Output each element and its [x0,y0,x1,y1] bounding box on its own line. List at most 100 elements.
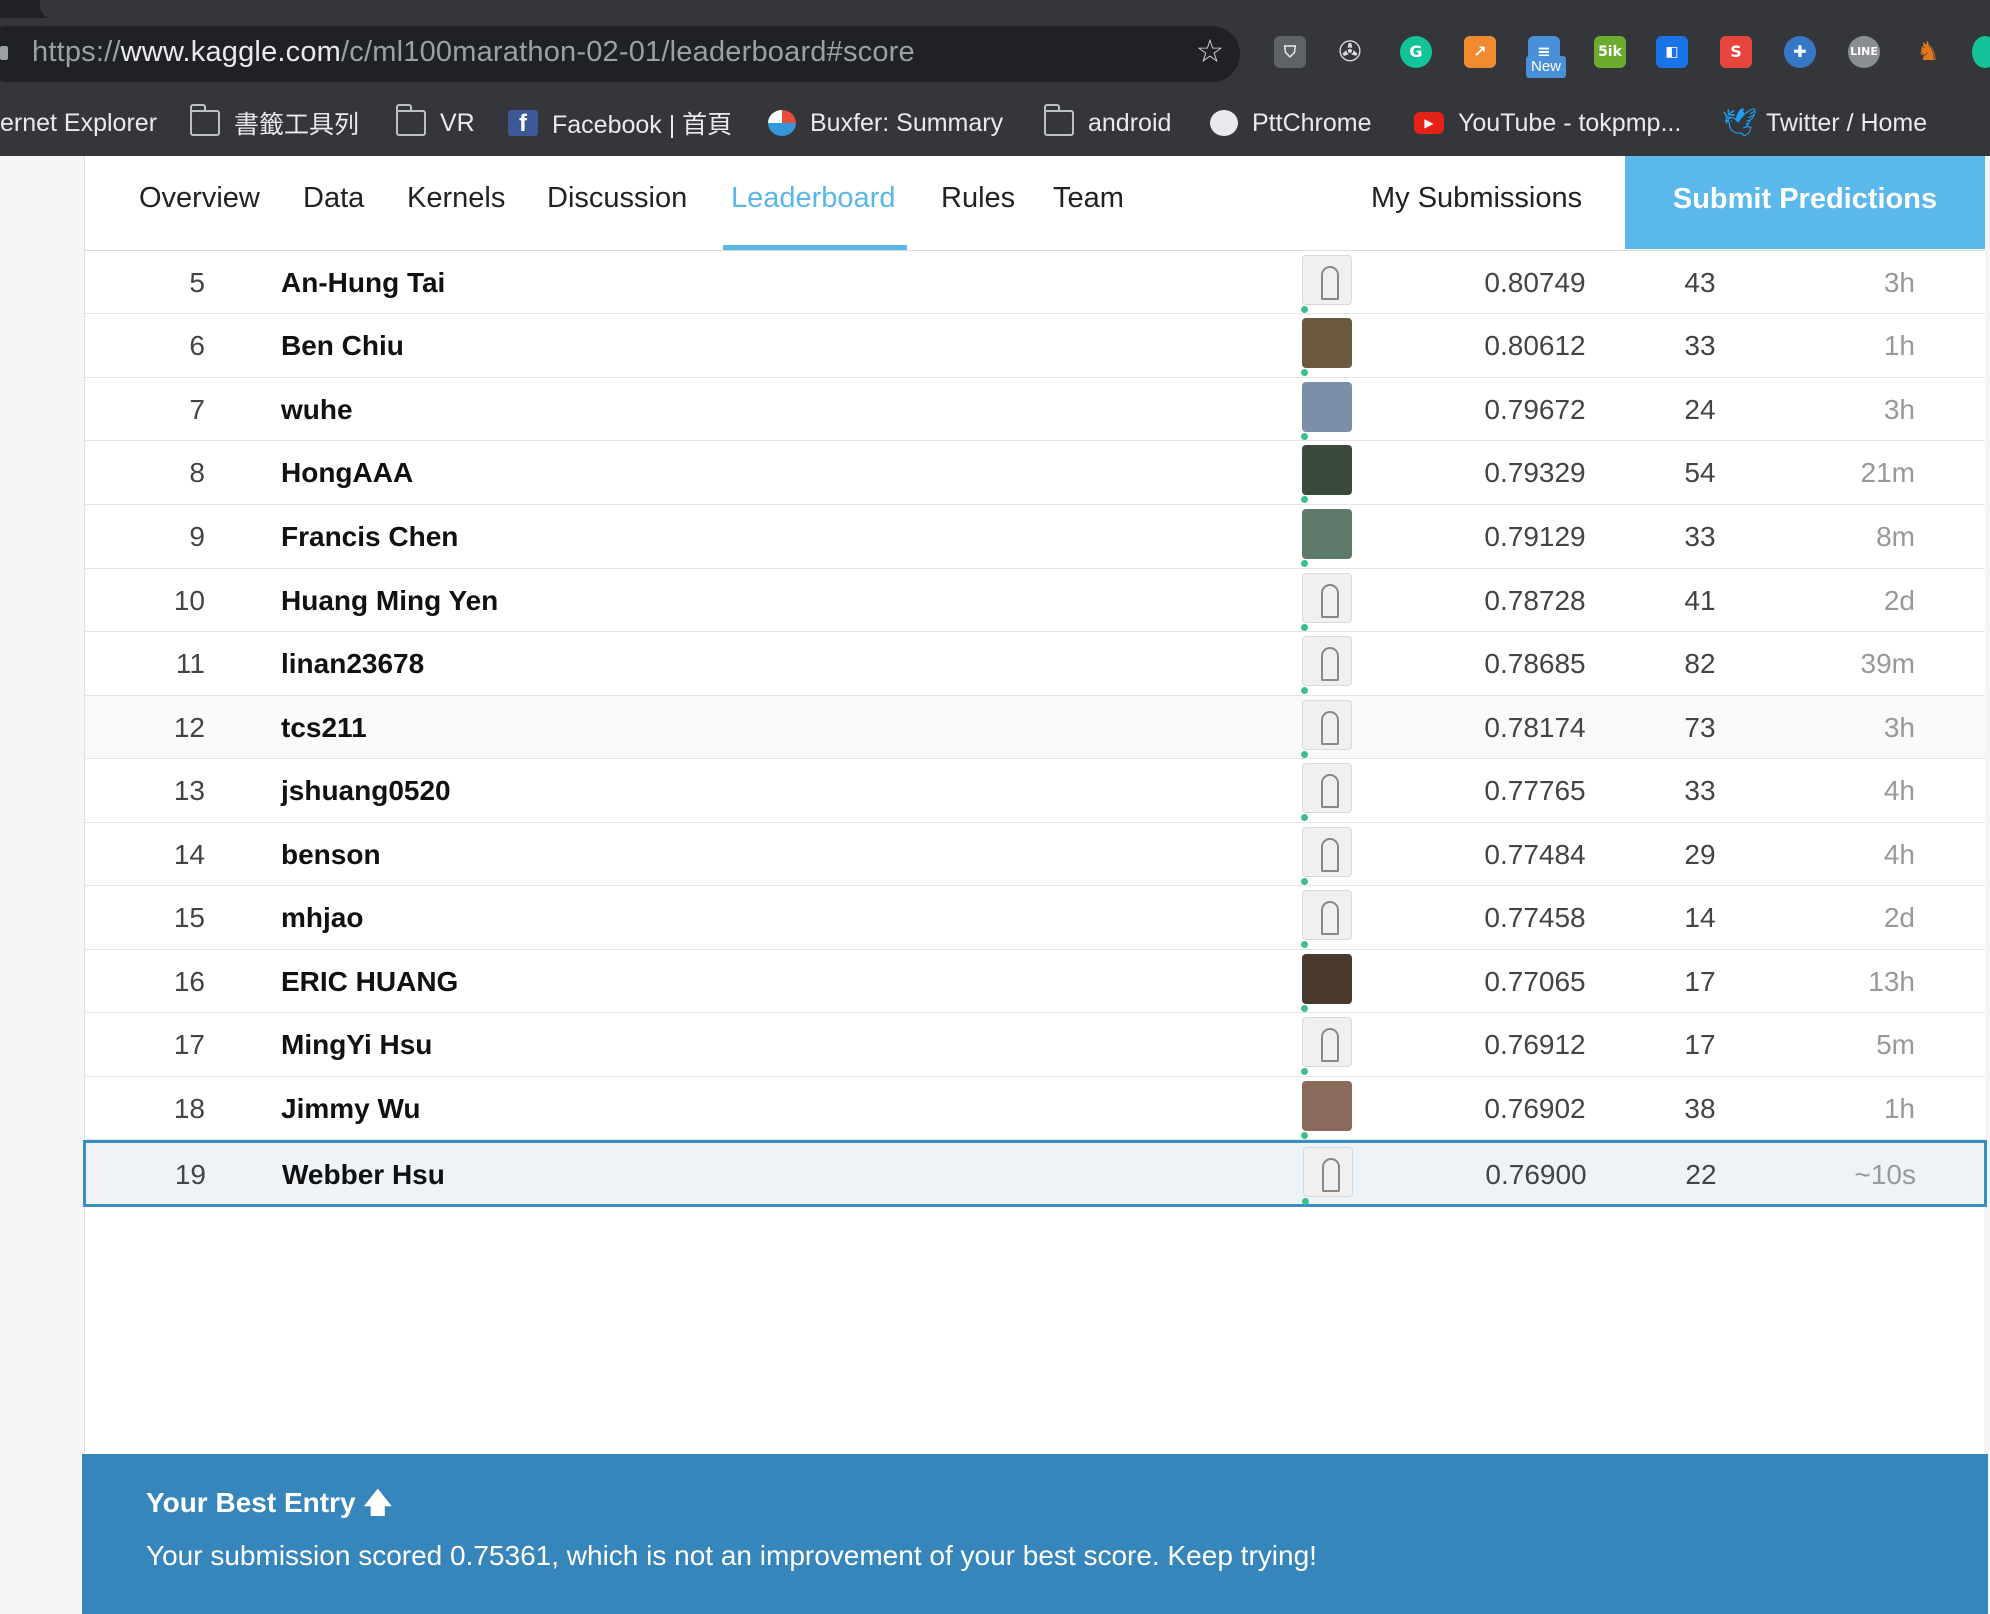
team-name[interactable]: jshuang0520 [281,759,451,822]
score-cell: 0.79329 [1484,457,1586,488]
team-name[interactable]: Jimmy Wu [281,1077,421,1140]
leaderboard-row[interactable]: 13 jshuang0520 0.77765 33 4h [85,759,1985,823]
avatar[interactable] [1302,827,1352,877]
pocket-icon[interactable]: ⛉ [1274,36,1306,68]
entries-cell: 24 [1684,394,1716,425]
rank-cell: 18 [173,1093,205,1124]
entries-cell: 43 [1684,267,1716,298]
leaderboard-row[interactable]: 19 Webber Hsu 0.76900 22 ~10s [83,1140,1987,1207]
avatar[interactable] [1303,1147,1353,1197]
avatar[interactable] [1302,763,1352,813]
bookmark-twitter[interactable]: 🕊 Twitter / Home [1722,106,1927,140]
best-entry-banner: Your Best Entry 🡅 Your submission scored… [82,1454,1988,1614]
bookmark-internet-explorer[interactable]: ernet Explorer [0,106,157,140]
team-name[interactable]: Ben Chiu [281,314,404,377]
team-name[interactable]: An-Hung Tai [281,251,445,314]
bookmark-facebook[interactable]: f Facebook | 首頁 [508,106,732,140]
leaderboard-row[interactable]: 6 Ben Chiu 0.80612 33 1h [85,314,1985,378]
leaderboard-row[interactable]: 9 Francis Chen 0.79129 33 8m [85,505,1985,569]
last-submission-cell: 39m [1860,648,1915,679]
tab-overview[interactable]: Overview [139,182,260,215]
my-submissions-link[interactable]: My Submissions [1371,182,1582,215]
leaderboard-row[interactable]: 15 mhjao 0.77458 14 2d [85,886,1985,950]
team-name[interactable]: HongAAA [281,441,413,504]
film-icon[interactable]: ✇ [1334,36,1366,68]
avatar[interactable] [1302,255,1352,305]
last-submission-cell: 1h [1883,1093,1915,1124]
tab-team[interactable]: Team [1053,182,1124,215]
plus-ext-icon[interactable]: ✚ [1784,36,1816,68]
score-cell: 0.78174 [1484,712,1586,743]
tab-rules[interactable]: Rules [941,182,1015,215]
entries-cell: 33 [1684,521,1716,552]
team-name[interactable]: ERIC HUANG [281,950,458,1013]
s-ext-icon[interactable]: S [1720,36,1752,68]
rank-cell: 15 [173,902,205,933]
leaderboard-row[interactable]: 12 tcs211 0.78174 73 3h [85,696,1985,759]
leaderboard-row[interactable]: 7 wuhe 0.79672 24 3h [85,378,1985,441]
leaderboard-row[interactable]: 11 linan23678 0.78685 82 39m [85,632,1985,696]
avatar[interactable] [1302,700,1352,750]
team-name[interactable]: wuhe [281,378,353,441]
team-name[interactable]: Huang Ming Yen [281,569,498,632]
active-tab[interactable] [40,0,1990,18]
tab-leaderboard[interactable]: Leaderboard [731,182,895,215]
online-status-dot [1301,496,1308,503]
url-text[interactable]: https://www.kaggle.com/c/ml100marathon-0… [32,36,915,69]
bookmark-youtube[interactable]: ▶ YouTube - tokpmp... [1414,106,1681,140]
team-name[interactable]: linan23678 [281,632,424,695]
team-name[interactable]: mhjao [281,886,363,949]
online-status-dot [1301,814,1308,821]
team-name[interactable]: MingYi Hsu [281,1013,432,1076]
twitter-icon: 🕊 [1722,107,1758,138]
grammarly-icon[interactable]: G [1400,36,1432,68]
bookmark-folder-vr[interactable]: VR [396,104,475,140]
team-name[interactable]: Francis Chen [281,505,458,568]
avatar[interactable] [1302,890,1352,940]
entries-cell: 17 [1684,1029,1716,1060]
team-name[interactable]: Webber Hsu [282,1143,445,1207]
tab-discussion[interactable]: Discussion [547,182,687,215]
metamask-icon[interactable]: ♞ [1912,36,1944,68]
bookmark-pttchrome[interactable]: PttChrome [1210,106,1371,140]
avatar[interactable] [1302,382,1352,432]
bookmark-folder-android[interactable]: android [1044,104,1171,140]
leaderboard-row[interactable]: 18 Jimmy Wu 0.76902 38 1h [85,1077,1985,1140]
avatar[interactable] [1302,636,1352,686]
avatar[interactable] [1302,509,1352,559]
online-status-dot [1301,687,1308,694]
5ik-icon[interactable]: 5ik [1594,36,1626,68]
leaderboard-row[interactable]: 17 MingYi Hsu 0.76912 17 5m [85,1013,1985,1077]
leaderboard-row[interactable]: 10 Huang Ming Yen 0.78728 41 2d [85,569,1985,632]
page-background: Overview Data Kernels Discussion Leaderb… [0,156,1990,1614]
avatar[interactable] [1302,1017,1352,1067]
leaderboard-row[interactable]: 5 An-Hung Tai 0.80749 43 3h [85,251,1985,314]
translate-ext-icon[interactable]: ◧ [1656,36,1688,68]
youtube-icon: ▶ [1414,112,1444,134]
leaderboard-row[interactable]: 16 ERIC HUANG 0.77065 17 13h [85,950,1985,1013]
leaderboard-row[interactable]: 14 benson 0.77484 29 4h [85,823,1985,886]
bookmark-folder-toolbar[interactable]: 書籤工具列 [190,104,359,140]
submit-predictions-button[interactable]: Submit Predictions [1625,156,1985,249]
lock-icon[interactable] [0,46,8,60]
bookmark-buxfer[interactable]: Buxfer: Summary [768,106,1003,140]
last-submission-cell: ~10s [1854,1159,1917,1190]
line-icon[interactable]: LINE [1848,36,1880,68]
online-status-dot [1301,941,1308,948]
tab-data[interactable]: Data [303,182,364,215]
score-cell: 0.76912 [1484,1029,1586,1060]
avatar[interactable] [1302,445,1352,495]
bookmark-star-icon[interactable]: ☆ [1193,34,1227,68]
avatar[interactable] [1302,954,1352,1004]
bookmark-label: ernet Explorer [0,108,158,137]
avatar[interactable] [1302,318,1352,368]
folder-icon [190,104,220,136]
avatar[interactable] [1302,573,1352,623]
team-name[interactable]: tcs211 [281,696,367,759]
avatar[interactable] [1302,1081,1352,1131]
chart-ext-icon[interactable]: ↗ [1464,36,1496,68]
tab-kernels[interactable]: Kernels [407,182,505,215]
banner-message: Your submission scored 0.75361, which is… [146,1540,1317,1571]
leaderboard-row[interactable]: 8 HongAAA 0.79329 54 21m [85,441,1985,505]
team-name[interactable]: benson [281,823,381,886]
